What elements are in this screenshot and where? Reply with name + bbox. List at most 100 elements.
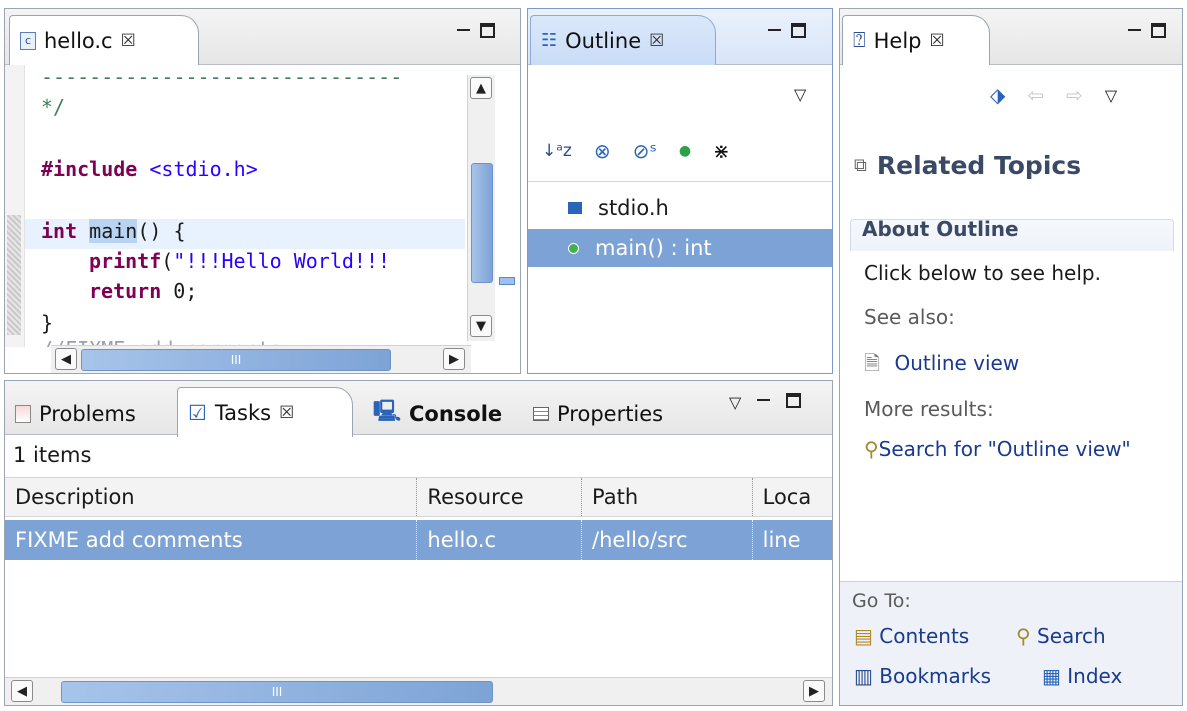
overview-marker[interactable] — [499, 277, 515, 285]
close-icon[interactable]: ☒ — [649, 31, 664, 51]
sort-az-icon[interactable]: ↓ᵃz — [542, 141, 572, 161]
scroll-down-button[interactable]: ▼ — [470, 315, 492, 337]
cell-text: hello.c — [427, 528, 497, 552]
tab-properties[interactable]: Properties — [527, 389, 669, 439]
see-also-label: See also: — [864, 305, 955, 329]
column-resource[interactable]: Resource — [417, 478, 583, 516]
index-link[interactable]: ▦ Index — [1042, 664, 1122, 688]
outline-item-stdio[interactable]: stdio.h — [528, 189, 832, 227]
more-results-label: More results: — [864, 397, 994, 421]
hide-macros-icon[interactable]: ⋇ — [713, 139, 730, 163]
table-row[interactable]: FIXME add comments hello.c /hello/src li… — [5, 520, 832, 560]
outline-view-link[interactable]: 🗎 Outline view — [864, 349, 1019, 383]
contents-link[interactable]: ▤ Contents — [854, 624, 969, 648]
outline-item-main[interactable]: main() : int — [528, 229, 832, 267]
task-location: line — [753, 520, 832, 560]
task-table-header: Description Resource Path Loca — [5, 477, 832, 517]
search-outline-view-link[interactable]: ⚲Search for "Outline view" — [864, 437, 1164, 462]
code-editor[interactable]: ------------------------------ */ #inclu… — [5, 65, 475, 347]
main-identifier: main — [89, 219, 138, 243]
show-in-contents-icon[interactable]: ⬗ — [990, 83, 1005, 107]
column-path[interactable]: Path — [582, 478, 753, 516]
related-topics-icon: ⧉ — [854, 155, 867, 176]
outline-window-controls — [768, 23, 806, 38]
tab-outline[interactable]: ☷ Outline ☒ — [530, 15, 716, 65]
minimize-icon[interactable] — [768, 29, 781, 33]
link-text: Contents — [879, 624, 970, 648]
include-icon — [568, 202, 582, 214]
code-close-brace: } — [41, 311, 54, 335]
task-resource: hello.c — [417, 520, 583, 560]
bottom-panel: Problems ☑ Tasks ☒ 🖳 Console Properties … — [4, 380, 833, 706]
hscroll-grip: III — [230, 353, 242, 367]
column-label: Resource — [427, 485, 524, 509]
maximize-icon[interactable] — [786, 393, 802, 408]
scroll-left-button[interactable]: ◀ — [55, 348, 77, 370]
outline-icon: ☷ — [541, 30, 558, 51]
close-icon[interactable]: ☒ — [279, 403, 294, 423]
cell-text: /hello/src — [592, 528, 688, 552]
close-icon[interactable]: ☒ — [121, 31, 136, 51]
column-location[interactable]: Loca — [753, 478, 832, 516]
code-main-line: int main() { — [41, 219, 186, 243]
tab-hello-c[interactable]: c hello.c ☒ — [9, 15, 199, 65]
editor-tabbar: c hello.c ☒ — [5, 9, 520, 65]
maximize-icon[interactable] — [791, 23, 806, 38]
code-printf-line: printf("!!!Hello World!!! — [89, 249, 390, 273]
back-arrow-icon[interactable]: ⇦ — [1027, 83, 1044, 107]
view-menu-icon[interactable]: ▽ — [729, 393, 741, 412]
tab-label: Console — [409, 402, 503, 426]
editor-panel: c hello.c ☒ ----------------------------… — [4, 8, 521, 374]
tab-label: Tasks — [214, 400, 272, 425]
close-icon[interactable]: ☒ — [930, 31, 945, 51]
tasks-icon: ☑ — [188, 400, 207, 425]
forward-arrow-icon[interactable]: ⇨ — [1066, 83, 1083, 107]
view-menu-icon[interactable]: ▽ — [794, 85, 806, 104]
cell-text: line — [762, 528, 801, 552]
tab-help[interactable]: ⍰ Help ☒ — [842, 15, 990, 65]
minimize-icon[interactable] — [757, 399, 771, 403]
c-file-icon: c — [20, 31, 36, 50]
console-icon: 🖳 — [373, 398, 402, 423]
link-text: Outline view — [894, 351, 1020, 375]
hscroll-thumb[interactable]: III — [61, 681, 493, 703]
scroll-up-button[interactable]: ▲ — [470, 77, 492, 99]
scroll-right-button[interactable]: ▶ — [803, 680, 825, 702]
scroll-right-button[interactable]: ▶ — [443, 348, 465, 370]
minimize-icon[interactable] — [457, 29, 470, 33]
tasks-hscroll[interactable]: ◀ III ▶ — [5, 677, 832, 705]
tab-console[interactable]: 🖳 Console — [367, 389, 508, 439]
search-footer-link[interactable]: ⚲ Search — [1016, 624, 1106, 648]
bottom-tabbar: Problems ☑ Tasks ☒ 🖳 Console Properties … — [5, 381, 832, 437]
maximize-icon[interactable] — [480, 23, 495, 38]
column-description[interactable]: Description — [5, 478, 418, 516]
code-comment-dashes: ------------------------------ — [41, 65, 403, 89]
bookmarks-icon: ▥ — [854, 664, 873, 688]
bookmarks-link[interactable]: ▥ Bookmarks — [854, 664, 991, 688]
hscroll-thumb[interactable]: III — [81, 349, 391, 371]
minimize-icon[interactable] — [1128, 29, 1141, 33]
maximize-icon[interactable] — [1151, 23, 1166, 38]
tab-tasks[interactable]: ☑ Tasks ☒ — [177, 387, 353, 437]
hide-nonpublic-icon[interactable]: ● — [679, 143, 691, 159]
help-tabbar: ⍰ Help ☒ — [840, 9, 1182, 65]
view-menu-icon[interactable]: ▽ — [1105, 86, 1117, 105]
include-keyword: #include — [41, 157, 138, 181]
editor-hscroll[interactable]: ◀ III ▶ — [51, 345, 471, 373]
tab-problems[interactable]: Problems — [9, 389, 142, 439]
heading-text: Related Topics — [876, 151, 1082, 180]
printf-string: "!!!Hello World!!! — [173, 249, 391, 273]
hide-fields-icon[interactable]: ⊗ — [594, 139, 611, 163]
main-rest: () { — [137, 219, 186, 243]
link-text: Bookmarks — [879, 664, 992, 688]
related-topics-heading: ⧉ Related Topics — [854, 151, 1081, 180]
task-description: FIXME add comments — [5, 520, 418, 560]
hide-static-icon[interactable]: ⊘ˢ — [633, 139, 657, 163]
index-icon: ▦ — [1042, 664, 1061, 688]
printf-keyword: printf — [89, 249, 162, 273]
column-label: Path — [592, 485, 639, 509]
scroll-left-button[interactable]: ◀ — [11, 680, 33, 702]
editor-vscroll[interactable]: ▲ ▼ — [467, 75, 495, 341]
search-icon: ⚲ — [864, 437, 879, 461]
scroll-thumb[interactable] — [471, 163, 493, 283]
